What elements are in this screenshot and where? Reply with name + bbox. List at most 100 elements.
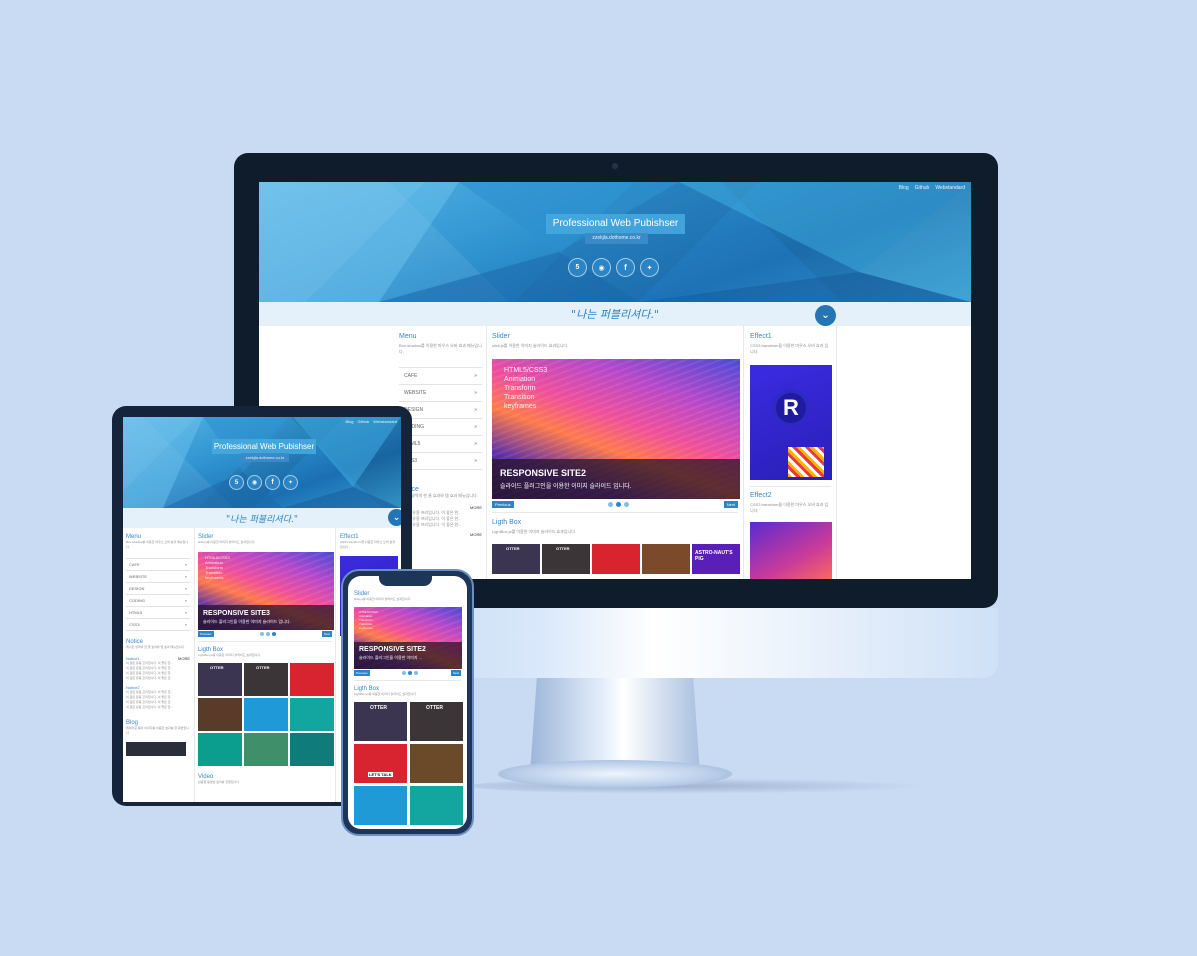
- slider-dot[interactable]: [608, 502, 614, 507]
- gallery-thumb[interactable]: OTTER: [410, 702, 463, 741]
- gallery-thumb[interactable]: [290, 663, 334, 696]
- phone-screen: Slider slick.js를 이용한 이미지 슬라이드 효과입니다. HTM…: [348, 576, 467, 829]
- effect2-image[interactable]: [750, 522, 832, 579]
- slider-image[interactable]: HTML5/CSS3 Animation Transform Transitio…: [354, 607, 462, 669]
- gallery-thumb[interactable]: [410, 786, 463, 825]
- github-icon[interactable]: ◉: [247, 475, 262, 490]
- monitor-stand-base: [498, 760, 732, 788]
- slider-column: Slider slick.js를 이용한 이미지 슬라이드 효과입니다. HTM…: [486, 326, 744, 579]
- lightbox-gallery: OTTER OTTER ASTRO-NAUT'S PIG: [492, 544, 740, 574]
- gallery-thumb[interactable]: [198, 698, 242, 731]
- slider-dot[interactable]: [271, 632, 276, 636]
- menu-item-css3[interactable]: CSS3»: [126, 619, 190, 631]
- more-link[interactable]: MORE: [178, 656, 190, 661]
- slider-caption-title: RESPONSIVE SITE2: [359, 646, 426, 653]
- slider-dot[interactable]: [616, 502, 622, 507]
- slider-dot[interactable]: [624, 502, 630, 507]
- slogan-text: "나는 퍼블리셔다.": [571, 308, 659, 321]
- facebook-icon[interactable]: f: [265, 475, 280, 490]
- slider-dot[interactable]: [259, 632, 264, 636]
- chevron-down-icon[interactable]: ⌄: [815, 305, 836, 326]
- next-button[interactable]: Next: [723, 501, 738, 508]
- blog-image[interactable]: [126, 742, 186, 756]
- slider-image[interactable]: HTML5/CSS3 Animation Transform Transitio…: [198, 552, 334, 630]
- hero-header: Blog Github Webstandard Professional Web…: [123, 417, 401, 508]
- gallery-thumb[interactable]: [354, 786, 407, 825]
- effect2-title: Effect2: [750, 492, 772, 499]
- facebook-icon[interactable]: f: [616, 258, 635, 277]
- gallery-thumb[interactable]: [290, 698, 334, 731]
- chevron-down-icon[interactable]: ⌄: [388, 509, 401, 526]
- slider-dot[interactable]: [265, 632, 270, 636]
- html5-icon[interactable]: 5: [229, 475, 244, 490]
- lightbox-gallery: OTTER OTTER LET'S TALK: [354, 702, 463, 825]
- menu-desc: Box-shadow를 이용한 마우스 오버 효과 메뉴입니다.: [399, 343, 482, 354]
- menu-item-cafe[interactable]: CAFE»: [399, 368, 482, 385]
- twitter-icon[interactable]: ✦: [640, 258, 659, 277]
- gallery-thumb[interactable]: OTTER: [198, 663, 242, 696]
- slider-dots: [608, 502, 630, 507]
- slider-controls: Previous Next: [492, 501, 738, 508]
- gallery-thumb[interactable]: [244, 733, 288, 766]
- effect2-desc: CSS3 transform을 이용한 마우스 오버 효과 입니다.: [750, 502, 829, 513]
- lightbox-section: Ligth Box LightBox.js를 이용한 이미지 슬라이드 효과입니…: [354, 680, 463, 825]
- gallery-thumb[interactable]: [642, 544, 690, 574]
- top-link-blog[interactable]: Blog: [899, 185, 909, 191]
- gallery-thumb[interactable]: LET'S TALK: [354, 744, 407, 783]
- slider-caption-title: RESPONSIVE SITE3: [203, 610, 270, 617]
- hero-subtitle[interactable]: zzekjla.dothome.co.kr: [241, 453, 289, 462]
- menu-item-design[interactable]: DESIGN»: [126, 583, 190, 595]
- gallery-thumb[interactable]: [290, 733, 334, 766]
- github-icon[interactable]: ◉: [592, 258, 611, 277]
- gallery-thumb[interactable]: OTTER: [492, 544, 540, 574]
- webcam-icon: [612, 163, 618, 169]
- menu-desc: Box-shadow를 이용한 마우스 오버 효과 메뉴입니다.: [126, 540, 189, 549]
- top-link-github[interactable]: Github: [357, 419, 369, 424]
- menu-list: CAFE» WEBSITE» DESIGN» CODING» HTML5» CS…: [126, 558, 190, 631]
- menu-item-website[interactable]: WEBSITE»: [126, 571, 190, 583]
- next-button[interactable]: Next: [450, 670, 461, 676]
- gallery-thumb[interactable]: OTTER: [244, 663, 288, 696]
- previous-button[interactable]: Previous: [354, 670, 370, 676]
- menu-item-cafe[interactable]: CAFE»: [126, 559, 190, 571]
- blog-desc: 레이아웃 틀이 이미지를 이용한 효과를 한 화면입니다.: [126, 726, 189, 735]
- effect-column: Effect1 CSS3 transform을 이용한 마우스 오버 효과 입니…: [745, 326, 837, 579]
- html5-icon[interactable]: 5: [568, 258, 587, 277]
- twitter-icon[interactable]: ✦: [283, 475, 298, 490]
- gallery-thumb[interactable]: [244, 698, 288, 731]
- top-link-webstandard[interactable]: Webstandard: [935, 185, 965, 191]
- previous-button[interactable]: Previous: [198, 631, 214, 637]
- gallery-thumb[interactable]: OTTER: [354, 702, 407, 741]
- hero-title: Professional Web Pubishser: [212, 439, 316, 454]
- slider-caption-title: RESPONSIVE SITE2: [500, 468, 587, 478]
- notice-line[interactable]: 이 글은 유용 프리입니다. 이 좋은 한...: [126, 705, 190, 710]
- next-button[interactable]: Next: [321, 631, 332, 637]
- gallery-thumb[interactable]: [410, 744, 463, 783]
- gallery-thumb[interactable]: ASTRO-NAUT'S PIG: [692, 544, 740, 574]
- effect1-image[interactable]: R: [750, 365, 832, 480]
- top-link-webstandard[interactable]: Webstandard: [373, 419, 397, 424]
- gallery-thumb[interactable]: [592, 544, 640, 574]
- top-link-github[interactable]: Github: [915, 185, 930, 191]
- top-link-blog[interactable]: Blog: [345, 419, 353, 424]
- menu-item-website[interactable]: WEBSITE»: [399, 385, 482, 402]
- notice-line[interactable]: 이 글은 유용 프리입니다. 이 좋은 한...: [126, 676, 190, 681]
- phone-frame: Slider slick.js를 이용한 이미지 슬라이드 효과입니다. HTM…: [341, 569, 474, 836]
- chevron-right-icon: »: [184, 622, 187, 627]
- menu-item-html5[interactable]: HTML5»: [126, 607, 190, 619]
- slider-dot[interactable]: [408, 671, 413, 675]
- slider-dot[interactable]: [402, 671, 407, 675]
- slider-dots: [402, 671, 419, 675]
- gallery-thumb[interactable]: OTTER: [542, 544, 590, 574]
- slider-dot[interactable]: [414, 671, 419, 675]
- hero-subtitle[interactable]: zzekjla.dothome.co.kr: [585, 233, 648, 244]
- chevron-right-icon: »: [474, 407, 477, 413]
- slogan-band: "나는 퍼블리셔다.": [123, 508, 401, 528]
- menu-item-coding[interactable]: CODING»: [126, 595, 190, 607]
- slider-dots: [259, 632, 276, 636]
- gallery-thumb[interactable]: [198, 733, 242, 766]
- slider-image[interactable]: HTML5/CSS3 Animation Transform Transitio…: [492, 359, 740, 499]
- slider-desc: slick.js를 이용한 이미지 슬라이드 효과입니다.: [198, 540, 256, 544]
- previous-button[interactable]: Previous: [492, 501, 514, 508]
- effect1-desc: CSS3 transform을 이용한 마우스 오버 효과 입니다.: [750, 343, 829, 354]
